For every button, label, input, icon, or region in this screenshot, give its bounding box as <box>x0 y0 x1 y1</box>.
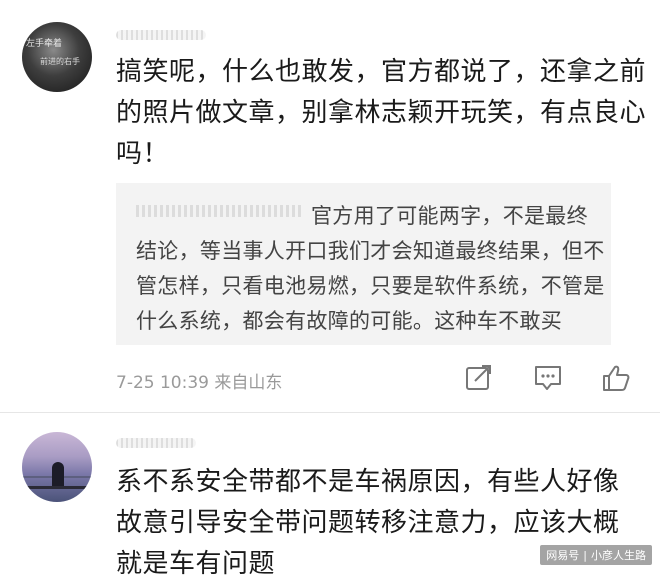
avatar-caption: 左手牵着 <box>26 39 63 49</box>
avatar[interactable]: 左手牵着 前进的右手 <box>22 22 92 92</box>
timestamp: 7-25 10:39 <box>116 373 209 393</box>
reply-quote[interactable]: 官方用了可能两字，不是最终结论，等当事人开口我们才会知道最终结果，但不管怎样，只… <box>116 183 611 345</box>
share-icon[interactable] <box>464 364 494 392</box>
avatar[interactable] <box>22 432 92 502</box>
comment-body: 搞笑呢，什么也敢发，官方都说了，还拿之前的照片做文章，别拿林志颖开玩笑，有点良心… <box>116 57 647 169</box>
watermark-separator: | <box>583 549 587 562</box>
comment-icon[interactable] <box>533 364 563 392</box>
comment-body: 系不系安全带都不是车祸原因，有些人好像故意引导安全带问题转移注意力，应该大概就是… <box>116 467 620 579</box>
avatar-caption: 前进的右手 <box>40 57 80 66</box>
comment-meta: 7-25 10:39 来自山东 <box>116 368 282 393</box>
watermark-platform: 网易号 <box>546 549 580 562</box>
username-redacted <box>116 438 196 448</box>
location: 来自山东 <box>214 373 283 393</box>
reply-quote-text: 官方用了可能两字，不是最终结论，等当事人开口我们才会知道最终结果，但不管怎样，只… <box>136 204 605 333</box>
username-redacted <box>116 30 206 40</box>
watermark-author: 小彦人生路 <box>591 549 646 562</box>
divider <box>0 412 660 413</box>
watermark: 网易号 | 小彦人生路 <box>540 545 652 565</box>
like-icon[interactable] <box>601 364 631 392</box>
